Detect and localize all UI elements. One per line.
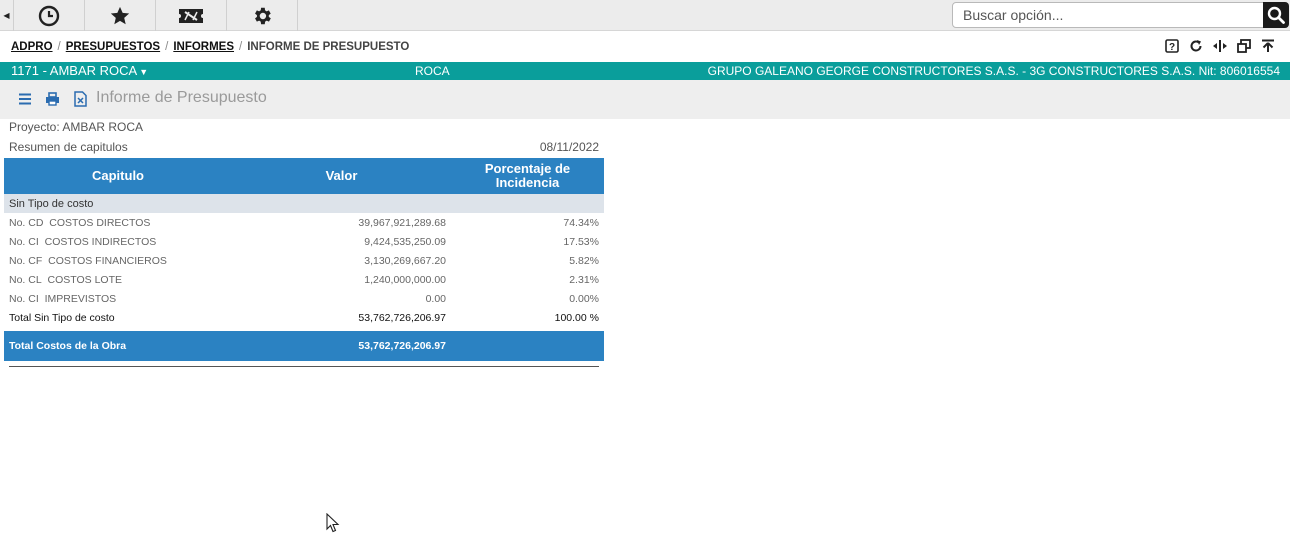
report-meta: Proyecto: AMBAR ROCA Resumen de capitulo… [4,118,604,158]
chapter-name: COSTOS LOTE [47,273,123,286]
search-input[interactable] [952,2,1264,28]
breadcrumb-current: INFORME DE PRESUPUESTO [247,41,410,53]
menu-button[interactable] [16,90,34,108]
excel-icon [73,91,87,107]
value-cell: 1,240,000,000.00 [364,273,446,286]
breadcrumb-presupuestos[interactable]: PRESUPUESTOS [66,41,160,53]
chapter-code: No. CI [9,235,39,248]
chapter-code: No. CI [9,292,39,305]
table-row: No. CF COSTOS FINANCIEROS 3,130,269,667.… [4,251,604,270]
export-excel-button[interactable] [71,90,89,108]
breadcrumb-adpro[interactable]: ADPRO [11,41,53,53]
column-header-value: Valor [232,158,451,194]
percentage-cell: 74.34% [563,216,599,229]
budget-report: Proyecto: AMBAR ROCA Resumen de capitulo… [4,118,604,361]
breadcrumb-separator: / [165,41,169,53]
column-header-chapter: Capitulo [4,158,232,194]
refresh-icon[interactable] [1188,38,1204,54]
search-icon [1267,6,1285,24]
value-cell: 3,130,269,667.20 [364,254,446,267]
breadcrumb-separator: / [239,41,243,53]
table-row: No. CD COSTOS DIRECTOS 39,967,921,289.68… [4,213,604,232]
chapter-code: No. CD [9,216,44,229]
subtotal-label: Total Sin Tipo de costo [9,311,115,324]
report-date: 08/11/2022 [539,140,599,154]
clock-icon [38,5,60,26]
report-divider [9,366,599,367]
svg-text:?: ? [1169,42,1175,53]
chapter-name: IMPREVISTOS [44,292,117,305]
subtotal-percentage: 100.00 % [554,311,599,324]
table-row: No. CI COSTOS INDIRECTOS 9,424,535,250.0… [4,232,604,251]
summary-label: Resumen de capitulos [9,140,128,154]
dropdown-caret-icon: ▼ [139,67,149,77]
top-toolbar: ◀ [0,0,1290,31]
print-button[interactable] [43,90,61,108]
table-row: No. CI IMPREVISTOS 0.00 0.00% [4,289,604,308]
ticket-icon [179,8,203,23]
collapse-sidebar-icon[interactable]: ◀ [0,0,14,31]
group-row: Sin Tipo de costo [4,194,604,213]
subtotal-value: 53,762,726,206.97 [358,311,446,324]
group-label: Sin Tipo de costo [4,194,604,213]
search-box [952,2,1289,28]
chapter-code: No. CF [9,254,43,267]
search-button[interactable] [1263,2,1289,28]
breadcrumb-informes[interactable]: INFORMES [173,41,234,53]
page-toolbar: Informe de Presupuesto [0,80,1290,119]
new-window-icon[interactable] [1236,38,1252,54]
value-cell: 9,424,535,250.09 [364,235,446,248]
percentage-cell: 0.00% [569,292,599,305]
favorites-button[interactable] [85,0,156,31]
printer-icon [45,92,59,106]
star-icon [110,6,130,24]
project-name: 1171 - AMBAR ROCA [11,63,138,78]
chapters-table: Capitulo Valor Porcentaje de Incidencia … [4,158,604,361]
chapter-cell: No. CF COSTOS FINANCIEROS [4,251,232,270]
hamburger-icon [19,93,31,105]
help-icon[interactable]: ? [1164,38,1180,54]
settings-button[interactable] [227,0,298,31]
chapter-cell: No. CI IMPREVISTOS [4,289,232,308]
chapter-code: No. CL [9,273,42,286]
percentage-cell: 5.82% [569,254,599,267]
chapter-cell: No. CI COSTOS INDIRECTOS [4,232,232,251]
chapter-name: COSTOS FINANCIEROS [48,254,167,267]
value-cell: 39,967,921,289.68 [358,216,446,229]
grand-total-row: Total Costos de la Obra 53,762,726,206.9… [4,331,604,361]
window-controls: ? [1164,38,1276,54]
project-center-label: ROCA [415,64,450,78]
project-label: Proyecto: AMBAR ROCA [9,120,144,134]
table-header-row: Capitulo Valor Porcentaje de Incidencia [4,158,604,194]
gear-icon [255,7,271,24]
history-button[interactable] [14,0,85,31]
page-title: Informe de Presupuesto [96,89,267,106]
grand-total-label: Total Costos de la Obra [4,331,232,361]
project-selector[interactable]: 1171 - AMBAR ROCA ▼ [11,63,148,78]
chapter-name: COSTOS INDIRECTOS [44,235,157,248]
table-row: No. CL COSTOS LOTE 1,240,000,000.00 2.31… [4,270,604,289]
mouse-cursor-icon [326,513,340,533]
split-view-icon[interactable] [1212,38,1228,54]
chapter-name: COSTOS DIRECTOS [49,216,151,229]
chapter-cell: No. CL COSTOS LOTE [4,270,232,289]
scroll-top-icon[interactable] [1260,38,1276,54]
subtotal-row: Total Sin Tipo de costo 53,762,726,206.9… [4,308,604,327]
breadcrumb-separator: / [57,41,61,53]
grand-total-value: 53,762,726,206.97 [232,331,451,361]
tickets-button[interactable] [156,0,227,31]
chapter-cell: No. CD COSTOS DIRECTOS [4,213,232,232]
value-cell: 0.00 [425,292,446,305]
breadcrumb: ADPRO / PRESUPUESTOS / INFORMES / INFORM… [11,40,409,54]
company-label: GRUPO GALEANO GEORGE CONSTRUCTORES S.A.S… [707,64,1280,78]
project-bar: 1171 - AMBAR ROCA ▼ ROCA GRUPO GALEANO GE… [0,62,1290,80]
grand-total-empty [451,331,604,361]
percentage-cell: 2.31% [569,273,599,286]
percentage-cell: 17.53% [563,235,599,248]
column-header-percentage: Porcentaje de Incidencia [451,158,604,194]
